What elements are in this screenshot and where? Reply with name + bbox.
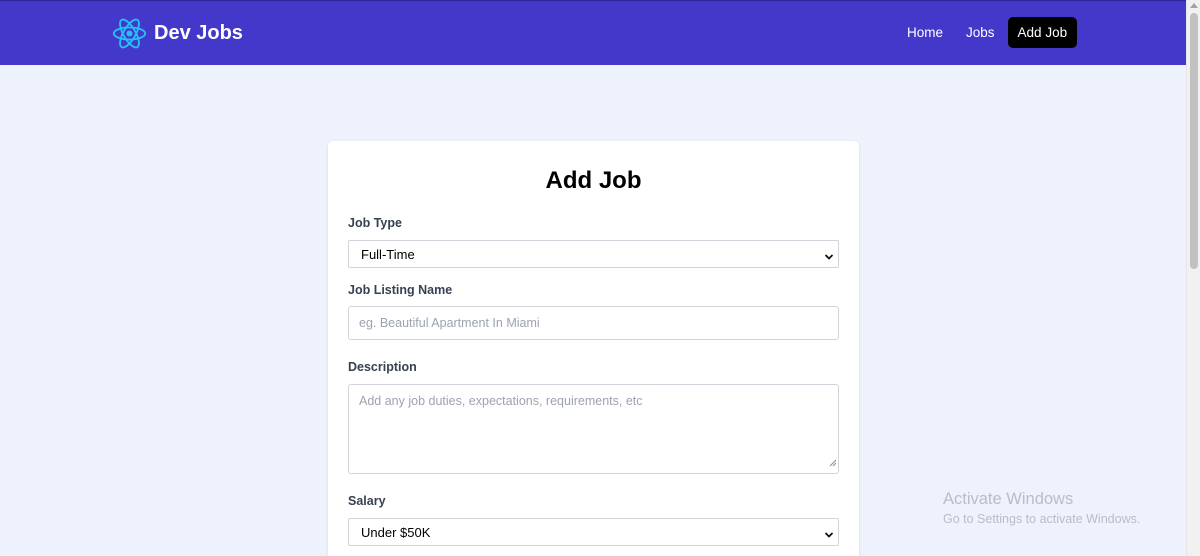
- navbar: Dev Jobs Home Jobs Add Job: [0, 0, 1186, 65]
- salary-label: Salary: [348, 494, 386, 508]
- listing-name-input[interactable]: eg. Beautiful Apartment In Miami: [348, 306, 839, 340]
- job-type-label: Job Type: [348, 216, 402, 230]
- salary-value: Under $50K: [361, 525, 431, 540]
- react-atom-icon: [111, 15, 148, 52]
- scroll-up-arrow-icon[interactable]: [1190, 3, 1198, 8]
- description-textarea[interactable]: Add any job duties, expectations, requir…: [348, 384, 839, 474]
- chevron-down-icon: [824, 527, 834, 545]
- resize-handle-icon[interactable]: [829, 454, 837, 472]
- nav-link-jobs[interactable]: Jobs: [956, 17, 1005, 48]
- brand-link[interactable]: Dev Jobs: [111, 15, 243, 52]
- nav-link-home[interactable]: Home: [897, 17, 953, 48]
- chevron-down-icon: [824, 249, 834, 267]
- listing-name-placeholder: eg. Beautiful Apartment In Miami: [359, 316, 540, 330]
- form-title: Add Job: [545, 167, 642, 194]
- nav-links: Home Jobs Add Job: [897, 17, 1078, 48]
- listing-name-label: Job Listing Name: [348, 283, 453, 297]
- watermark-subtitle: Go to Settings to activate Windows.: [943, 512, 1141, 526]
- job-type-value: Full-Time: [361, 247, 415, 262]
- watermark-title: Activate Windows: [943, 490, 1074, 508]
- windows-activation-watermark: Activate Windows Go to Settings to activ…: [943, 489, 1140, 528]
- salary-select[interactable]: Under $50K: [348, 518, 839, 546]
- scroll-thumb[interactable]: [1190, 13, 1198, 269]
- brand-name: Dev Jobs: [154, 22, 243, 44]
- description-placeholder: Add any job duties, expectations, requir…: [359, 394, 643, 408]
- description-label: Description: [348, 360, 417, 374]
- page-scrollbar[interactable]: [1186, 0, 1200, 556]
- nav-link-add-job[interactable]: Add Job: [1007, 17, 1078, 48]
- add-job-form-card: Add Job Job Type Full-Time Job Listing N…: [328, 141, 859, 556]
- job-type-select[interactable]: Full-Time: [348, 240, 839, 268]
